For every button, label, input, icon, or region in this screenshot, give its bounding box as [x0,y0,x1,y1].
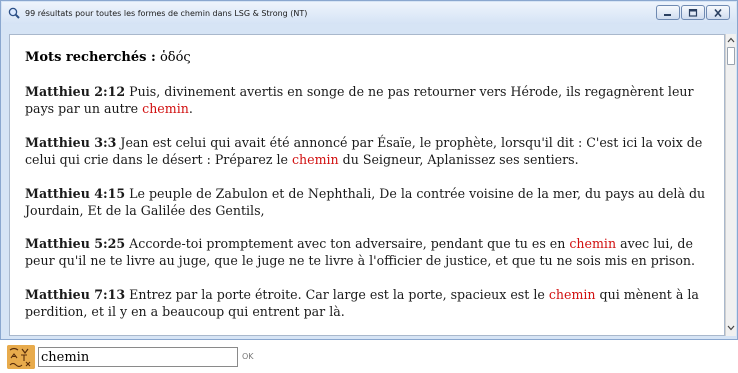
verse-reference[interactable]: Matthieu 2:12 [25,84,125,99]
vertical-scrollbar[interactable] [725,34,736,336]
search-bar: OK [0,341,738,373]
verse-text: Le peuple de Zabulon et de Nephthali, De… [25,186,706,218]
search-terms-line: Mots recherchés : ὁδός [25,50,191,65]
results-pane: Mots recherchés : ὁδός Matthieu 2:12 Pui… [9,34,725,336]
verse-text: Entrez par la porte étroite. Car large e… [125,287,549,302]
verse-highlight: chemin [548,287,596,302]
verse-text: du Seigneur, Aplanissez ses sentiers. [338,152,579,167]
scrollbar-thumb[interactable] [727,47,735,65]
search-terms-label: Mots recherchés : [25,50,156,65]
verse-text: . [188,101,193,116]
search-input[interactable] [38,347,238,367]
verse-result: Matthieu 2:12 Puis, divinement avertis e… [25,83,707,117]
verse-reference[interactable]: Matthieu 5:25 [25,236,125,251]
verse-text: Accorde-toi promptement avec ton adversa… [125,236,570,251]
close-icon [714,8,722,17]
lexicon-app-icon[interactable] [7,345,35,369]
verse-text: Puis, divinement avertis en songe de ne … [25,84,694,116]
verse-reference[interactable]: Matthieu 4:15 [25,186,125,201]
verse-result: Matthieu 7:13 Entrez par la porte étroit… [25,286,707,320]
verse-reference[interactable]: Matthieu 3:3 [25,135,116,150]
magnifier-icon [6,5,22,21]
verse-highlight: chemin [142,101,189,116]
scroll-up-icon[interactable] [726,34,736,46]
window-controls [656,5,730,20]
search-terms-value: ὁδός [159,50,191,65]
scroll-down-icon[interactable] [726,322,736,334]
maximize-button[interactable] [681,5,705,20]
ok-button[interactable]: OK [242,352,254,361]
verse-result: Matthieu 3:3 Jean est celui qui avait ét… [25,134,707,168]
verse-result: Matthieu 5:25 Accorde-toi promptement av… [25,235,707,269]
window-title: 99 résultats pour toutes les formes de c… [25,8,308,18]
verse-highlight: chemin [569,236,617,251]
minimize-button[interactable] [656,5,680,20]
verse-result: Matthieu 4:15 Le peuple de Zabulon et de… [25,185,707,219]
title-bar[interactable]: 99 résultats pour toutes les formes de c… [2,2,736,24]
minimize-icon [664,13,671,16]
close-button[interactable] [706,5,730,20]
verse-highlight: chemin [291,152,339,167]
verse-reference[interactable]: Matthieu 7:13 [25,287,125,302]
maximize-icon [688,8,698,17]
